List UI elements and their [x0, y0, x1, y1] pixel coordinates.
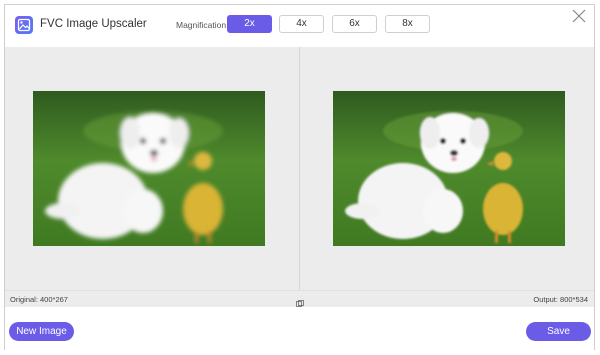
magnification-label: Magnification: [176, 20, 229, 30]
footer-bar: New Image Save [5, 307, 594, 351]
save-button[interactable]: Save [526, 322, 591, 341]
image-info-bar: Original: 400*267 Output: 800*534 [5, 290, 594, 307]
app-logo-icon [15, 16, 33, 34]
upscaled-image [333, 91, 565, 246]
close-icon[interactable] [572, 9, 590, 27]
original-size-label: Original: 400*267 [10, 295, 68, 304]
app-title: FVC Image Upscaler [40, 18, 147, 30]
magnification-4x-button[interactable]: 4x [279, 15, 324, 33]
original-image [33, 91, 265, 246]
compare-icon[interactable] [296, 295, 304, 307]
magnification-8x-button[interactable]: 8x [385, 15, 430, 33]
title-bar: FVC Image Upscaler Magnification: 2x 4x … [5, 5, 594, 45]
app-window: FVC Image Upscaler Magnification: 2x 4x … [4, 4, 595, 351]
output-preview-pane [300, 47, 594, 290]
new-image-button[interactable]: New Image [9, 322, 74, 341]
magnification-2x-button[interactable]: 2x [227, 15, 272, 33]
output-size-label: Output: 800*534 [533, 295, 588, 304]
preview-area [5, 47, 594, 290]
original-preview-pane [5, 47, 299, 290]
magnification-6x-button[interactable]: 6x [332, 15, 377, 33]
